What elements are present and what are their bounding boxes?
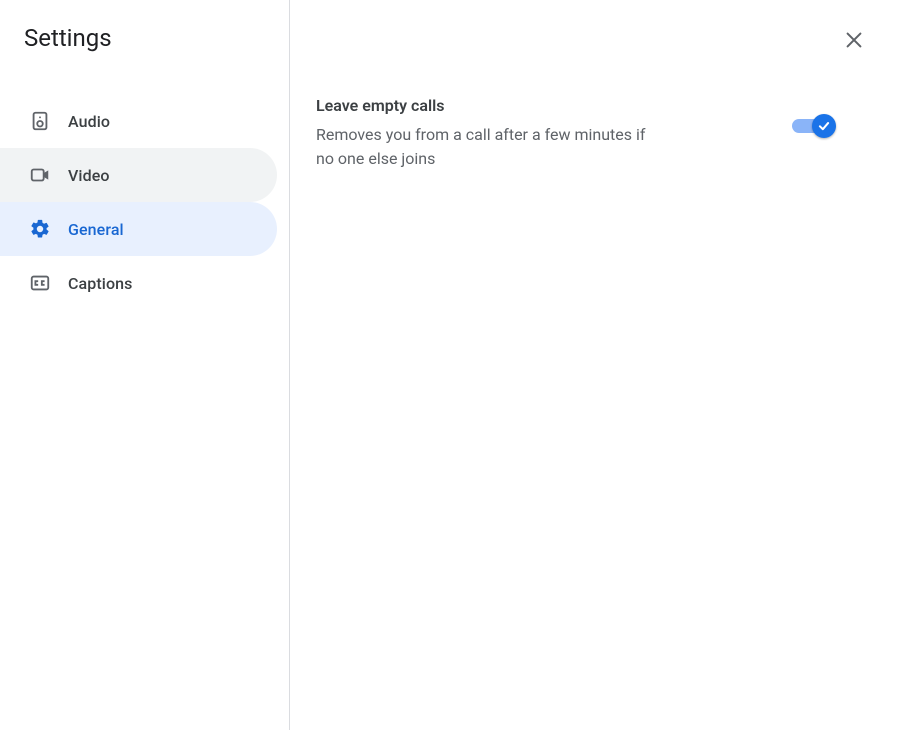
sidebar-item-label: Captions — [68, 274, 133, 293]
close-button[interactable] — [836, 22, 872, 58]
sidebar-item-label: Audio — [68, 112, 110, 131]
sidebar-item-audio[interactable]: Audio — [0, 94, 277, 148]
page-title: Settings — [0, 24, 289, 52]
checkmark-icon — [817, 119, 831, 133]
setting-title: Leave empty calls — [316, 96, 752, 115]
sidebar-item-captions[interactable]: Captions — [0, 256, 277, 310]
gear-icon — [28, 217, 52, 241]
sidebar-item-video[interactable]: Video — [0, 148, 277, 202]
speaker-icon — [28, 109, 52, 133]
close-icon — [843, 29, 865, 51]
sidebar-item-label: Video — [68, 166, 110, 185]
settings-nav-list: Audio Video General — [0, 94, 289, 310]
leave-empty-calls-toggle[interactable] — [792, 114, 836, 138]
settings-content: Leave empty calls Removes you from a cal… — [290, 0, 900, 730]
setting-description: Removes you from a call after a few minu… — [316, 123, 656, 171]
setting-leave-empty-calls: Leave empty calls Removes you from a cal… — [316, 96, 836, 171]
toggle-thumb — [812, 114, 836, 138]
sidebar-item-label: General — [68, 220, 124, 239]
video-camera-icon — [28, 163, 52, 187]
sidebar-item-general[interactable]: General — [0, 202, 277, 256]
settings-sidebar: Settings Audio Video — [0, 0, 290, 730]
setting-text: Leave empty calls Removes you from a cal… — [316, 96, 752, 171]
captions-icon — [28, 271, 52, 295]
